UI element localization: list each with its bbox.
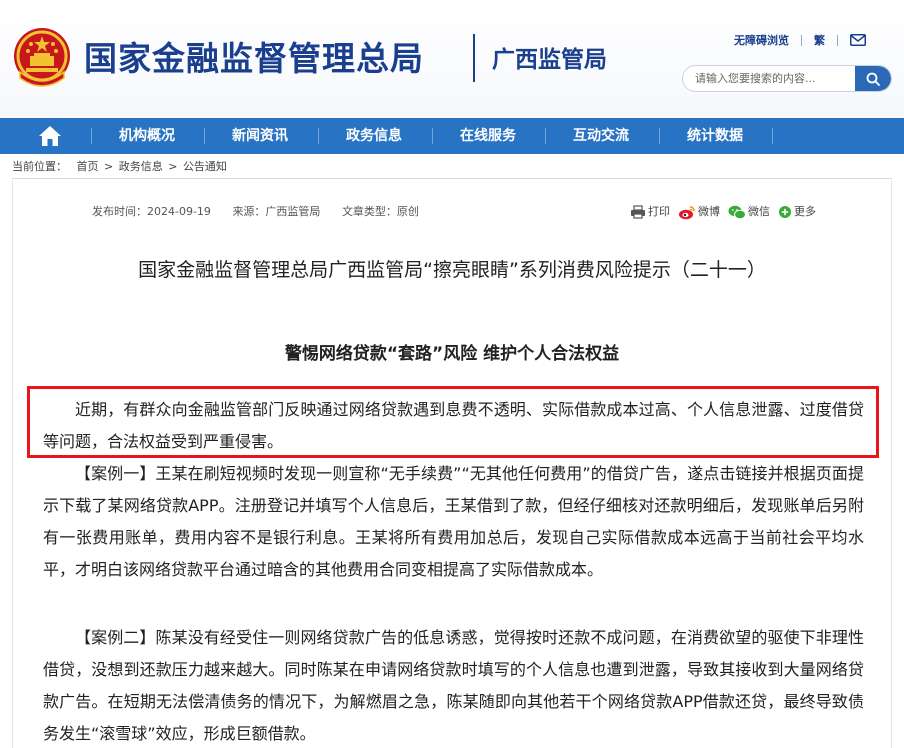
branch-title[interactable]: 广西监管局 [492, 44, 607, 76]
share-bar: 打印 微博 微信 更多 [630, 204, 824, 220]
nav-item-news[interactable]: 新闻资讯 [232, 118, 288, 154]
nav-divider [91, 128, 92, 144]
nav-divider [545, 128, 546, 144]
nav-divider [318, 128, 319, 144]
weibo-label: 微博 [698, 205, 720, 218]
utility-links: 无障碍浏览 繁 [734, 31, 866, 49]
breadcrumb-divider [12, 178, 892, 179]
nav-divider [659, 128, 660, 144]
weibo-icon [679, 205, 695, 219]
site-title[interactable]: 国家金融监督管理总局 [84, 38, 424, 80]
national-emblem-icon [14, 28, 70, 87]
breadcrumb-home[interactable]: 首页 [77, 160, 99, 173]
nav-divider [204, 128, 205, 144]
article-type: 文章类型：原创 [341, 205, 419, 218]
nav-divider [432, 128, 433, 144]
more-label: 更多 [794, 205, 816, 218]
main-nav: 机构概况 新闻资讯 政务信息 在线服务 互动交流 统计数据 [0, 118, 904, 154]
breadcrumb-separator: > [168, 160, 178, 173]
search-box [682, 65, 892, 92]
nav-item-about[interactable]: 机构概况 [119, 118, 175, 154]
home-icon[interactable] [38, 125, 62, 147]
plus-circle-icon [779, 206, 791, 218]
title-divider [473, 34, 475, 82]
weibo-share-button[interactable]: 微博 [678, 204, 720, 220]
accessible-browse-link[interactable]: 无障碍浏览 [734, 32, 789, 48]
site-header: 国家金融监督管理总局 广西监管局 无障碍浏览 繁 [0, 0, 904, 118]
nav-item-online-service[interactable]: 在线服务 [460, 118, 516, 154]
mail-icon[interactable] [850, 34, 866, 46]
nav-divider [772, 128, 773, 144]
printer-icon [631, 205, 645, 219]
search-button[interactable] [855, 66, 891, 91]
search-input[interactable] [683, 66, 855, 91]
breadcrumb: 当前位置： 首页 > 政务信息 > 公告通知 [12, 158, 229, 176]
divider [801, 34, 802, 46]
traditional-chinese-link[interactable]: 繁 [814, 32, 825, 48]
breadcrumb-notices[interactable]: 公告通知 [183, 160, 227, 173]
breadcrumb-prefix: 当前位置： [12, 160, 67, 173]
article-paragraph-case-two: 【案例二】陈某没有经受住一则网络贷款广告的低息诱惑，觉得按时还款不成问题，在消费… [43, 628, 864, 743]
nav-item-interaction[interactable]: 互动交流 [573, 118, 629, 154]
wechat-label: 微信 [748, 205, 770, 218]
breadcrumb-separator: > [104, 160, 114, 173]
search-icon [866, 72, 880, 86]
article-subtitle: 警惕网络贷款“套路”风险 维护个人合法权益 [284, 344, 620, 364]
nav-item-statistics[interactable]: 统计数据 [687, 118, 743, 154]
publish-date: 发布时间：2024-09-19 [92, 205, 211, 218]
breadcrumb-government-info[interactable]: 政务信息 [119, 160, 163, 173]
more-share-button[interactable]: 更多 [778, 204, 816, 220]
article-meta: 发布时间：2024-09-19 来源：广西监管局 文章类型：原创 [92, 205, 419, 219]
divider [837, 34, 838, 46]
print-button[interactable]: 打印 [630, 204, 670, 220]
print-label: 打印 [648, 205, 670, 218]
wechat-share-button[interactable]: 微信 [728, 204, 770, 220]
article-source: 来源：广西监管局 [232, 205, 321, 218]
highlight-annotation-box [27, 386, 879, 458]
article-paragraph-case-one: 【案例一】王某在刷短视频时发现一则宣称“无手续费”“无其他任何费用”的借贷广告，… [43, 464, 864, 579]
wechat-icon [728, 205, 746, 219]
article-title: 国家金融监督管理总局广西监管局“擦亮眼睛”系列消费风险提示（二十一） [138, 259, 766, 281]
nav-item-government-info[interactable]: 政务信息 [346, 118, 402, 154]
